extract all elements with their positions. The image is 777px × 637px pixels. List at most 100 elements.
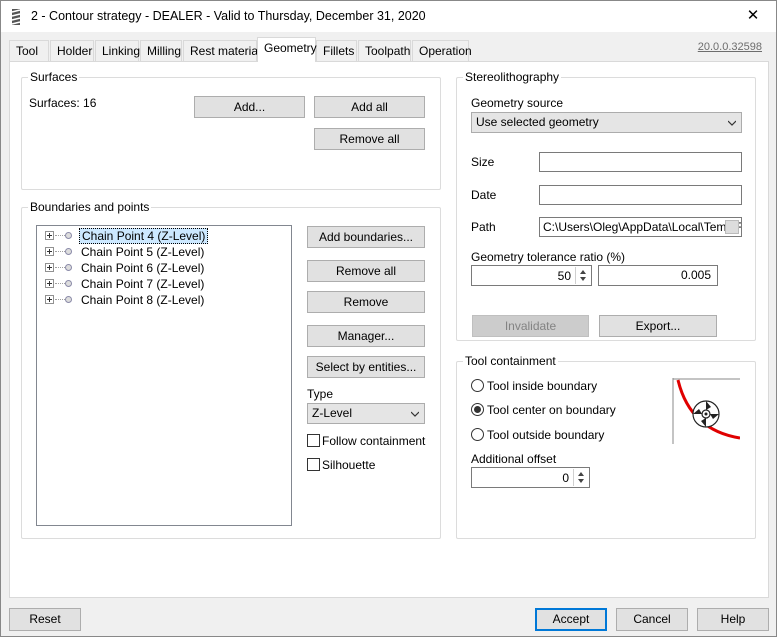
add-boundaries-button[interactable]: Add boundaries... [307,226,425,248]
spin-up-icon[interactable] [580,270,586,274]
spin-arrows[interactable] [575,267,590,284]
tab-label: Toolpath [365,44,411,58]
tab-operation[interactable]: Operation [412,40,472,61]
tool-outside-label[interactable]: Tool outside boundary [487,428,604,442]
tab-fillets[interactable]: Fillets [316,40,357,61]
tool-containment-group-title: Tool containment [463,354,558,368]
date-label: Date [471,188,497,202]
spin-down-icon[interactable] [580,277,586,281]
tab-milling[interactable]: Milling [140,40,182,61]
tree-item-label: Chain Point 6 (Z-Level) [81,261,205,275]
silhouette-label[interactable]: Silhouette [322,458,375,472]
surfaces-group: Surfaces Surfaces: 16 Add... Add all Rem… [21,70,441,190]
additional-offset-label: Additional offset [471,452,557,466]
point-icon [65,248,72,255]
cancel-button[interactable]: Cancel [616,608,688,631]
invalidate-button[interactable]: Invalidate [472,315,589,337]
add-all-surfaces-button[interactable]: Add all [314,96,425,118]
tool-containment-group: Tool containment Tool inside boundary To… [456,354,756,539]
add-surfaces-button[interactable]: Add... [194,96,305,118]
path-label: Path [471,220,496,234]
tab-label: Tool [16,44,39,58]
size-label: Size [471,155,495,169]
stereolithography-group: Stereolithography Geometry source Use se… [456,70,756,341]
tree-item[interactable]: Chain Point 8 (Z-Level) [45,292,215,308]
reset-button[interactable]: Reset [9,608,81,631]
chevron-down-icon [728,120,736,126]
expand-icon[interactable] [45,279,54,288]
tree-connector [55,251,65,252]
spin-arrows[interactable] [573,469,588,486]
version-link[interactable]: 20.0.0.32598 [698,41,762,53]
tab-holder[interactable]: Holder [50,40,94,61]
tree-connector [55,267,65,268]
additional-offset-stepper[interactable]: 0 [471,467,590,488]
tolerance-ratio-stepper[interactable]: 50 [471,265,592,286]
tool-inside-label[interactable]: Tool inside boundary [487,379,597,393]
spin-down-icon[interactable] [578,479,584,483]
tab-label: Milling [147,44,182,58]
tab-rest-material[interactable]: Rest material [183,40,261,61]
tree-item-label: Chain Point 5 (Z-Level) [81,245,205,259]
follow-containment-checkbox[interactable] [307,434,320,447]
geometry-source-select[interactable]: Use selected geometry [471,112,742,133]
expand-icon[interactable] [45,231,54,240]
tab-toolpath[interactable]: Toolpath [358,40,411,61]
spin-up-icon[interactable] [578,472,584,476]
close-icon: ✕ [746,7,760,24]
accept-button[interactable]: Accept [535,608,607,631]
tab-label: Rest material [190,44,261,58]
tab-label: Linking [102,44,141,58]
tree-item-label: Chain Point 4 (Z-Level) [79,228,209,244]
export-button[interactable]: Export... [599,315,717,337]
tree-connector [55,299,65,300]
follow-containment-label[interactable]: Follow containment [322,434,425,448]
tree-connector [55,283,65,284]
tree-item[interactable]: Chain Point 4 (Z-Level) [45,228,215,244]
boundaries-group: Boundaries and points Chain Point 4 (Z-L… [21,200,441,539]
tab-geometry[interactable]: Geometry [257,37,317,62]
title-bar: 2 - Contour strategy - DEALER - Valid to… [1,1,776,32]
help-button[interactable]: Help [697,608,769,631]
select-by-entities-button[interactable]: Select by entities... [307,356,425,378]
path-field[interactable]: C:\Users\Oleg\AppData\Local\Temp\F [539,217,742,237]
expand-icon[interactable] [45,263,54,272]
type-select[interactable]: Z-Level [307,403,425,424]
manager-button[interactable]: Manager... [307,325,425,347]
tab-label: Geometry [264,41,317,55]
tab-linking[interactable]: Linking [95,40,141,61]
stereolithography-group-title: Stereolithography [463,70,562,84]
point-icon [65,296,72,303]
date-field[interactable] [539,185,742,205]
tab-label: Holder [57,44,93,58]
chevron-down-icon [411,411,419,417]
tree-item[interactable]: Chain Point 6 (Z-Level) [45,260,215,276]
close-button[interactable]: ✕ [730,1,776,32]
tab-tool[interactable]: Tool [9,40,49,61]
tolerance-value-field[interactable]: 0.005 [598,265,718,286]
boundaries-tree[interactable]: Chain Point 4 (Z-Level) Chain Point 5 (Z… [36,225,292,526]
tab-label: Fillets [323,44,355,58]
surfaces-count: Surfaces: 16 [29,96,97,110]
tool-center-radio[interactable] [471,403,484,416]
type-label: Type [307,387,334,401]
remove-all-surfaces-button[interactable]: Remove all [314,128,425,150]
app-drill-icon [11,9,21,25]
remove-boundary-button[interactable]: Remove [307,291,425,313]
silhouette-checkbox[interactable] [307,458,320,471]
tree-item-label: Chain Point 8 (Z-Level) [81,293,205,307]
dialog-window: 2 - Contour strategy - DEALER - Valid to… [0,0,777,637]
path-value: C:\Users\Oleg\AppData\Local\Temp\F [543,220,742,234]
browse-button[interactable] [725,220,739,234]
size-field[interactable] [539,152,742,172]
geometry-source-label: Geometry source [471,96,564,110]
tool-center-label[interactable]: Tool center on boundary [487,403,616,417]
tool-inside-radio[interactable] [471,379,484,392]
tree-item[interactable]: Chain Point 5 (Z-Level) [45,244,215,260]
point-icon [65,280,72,287]
tool-outside-radio[interactable] [471,428,484,441]
tree-item[interactable]: Chain Point 7 (Z-Level) [45,276,215,292]
expand-icon[interactable] [45,247,54,256]
expand-icon[interactable] [45,295,54,304]
remove-all-boundaries-button[interactable]: Remove all [307,260,425,282]
